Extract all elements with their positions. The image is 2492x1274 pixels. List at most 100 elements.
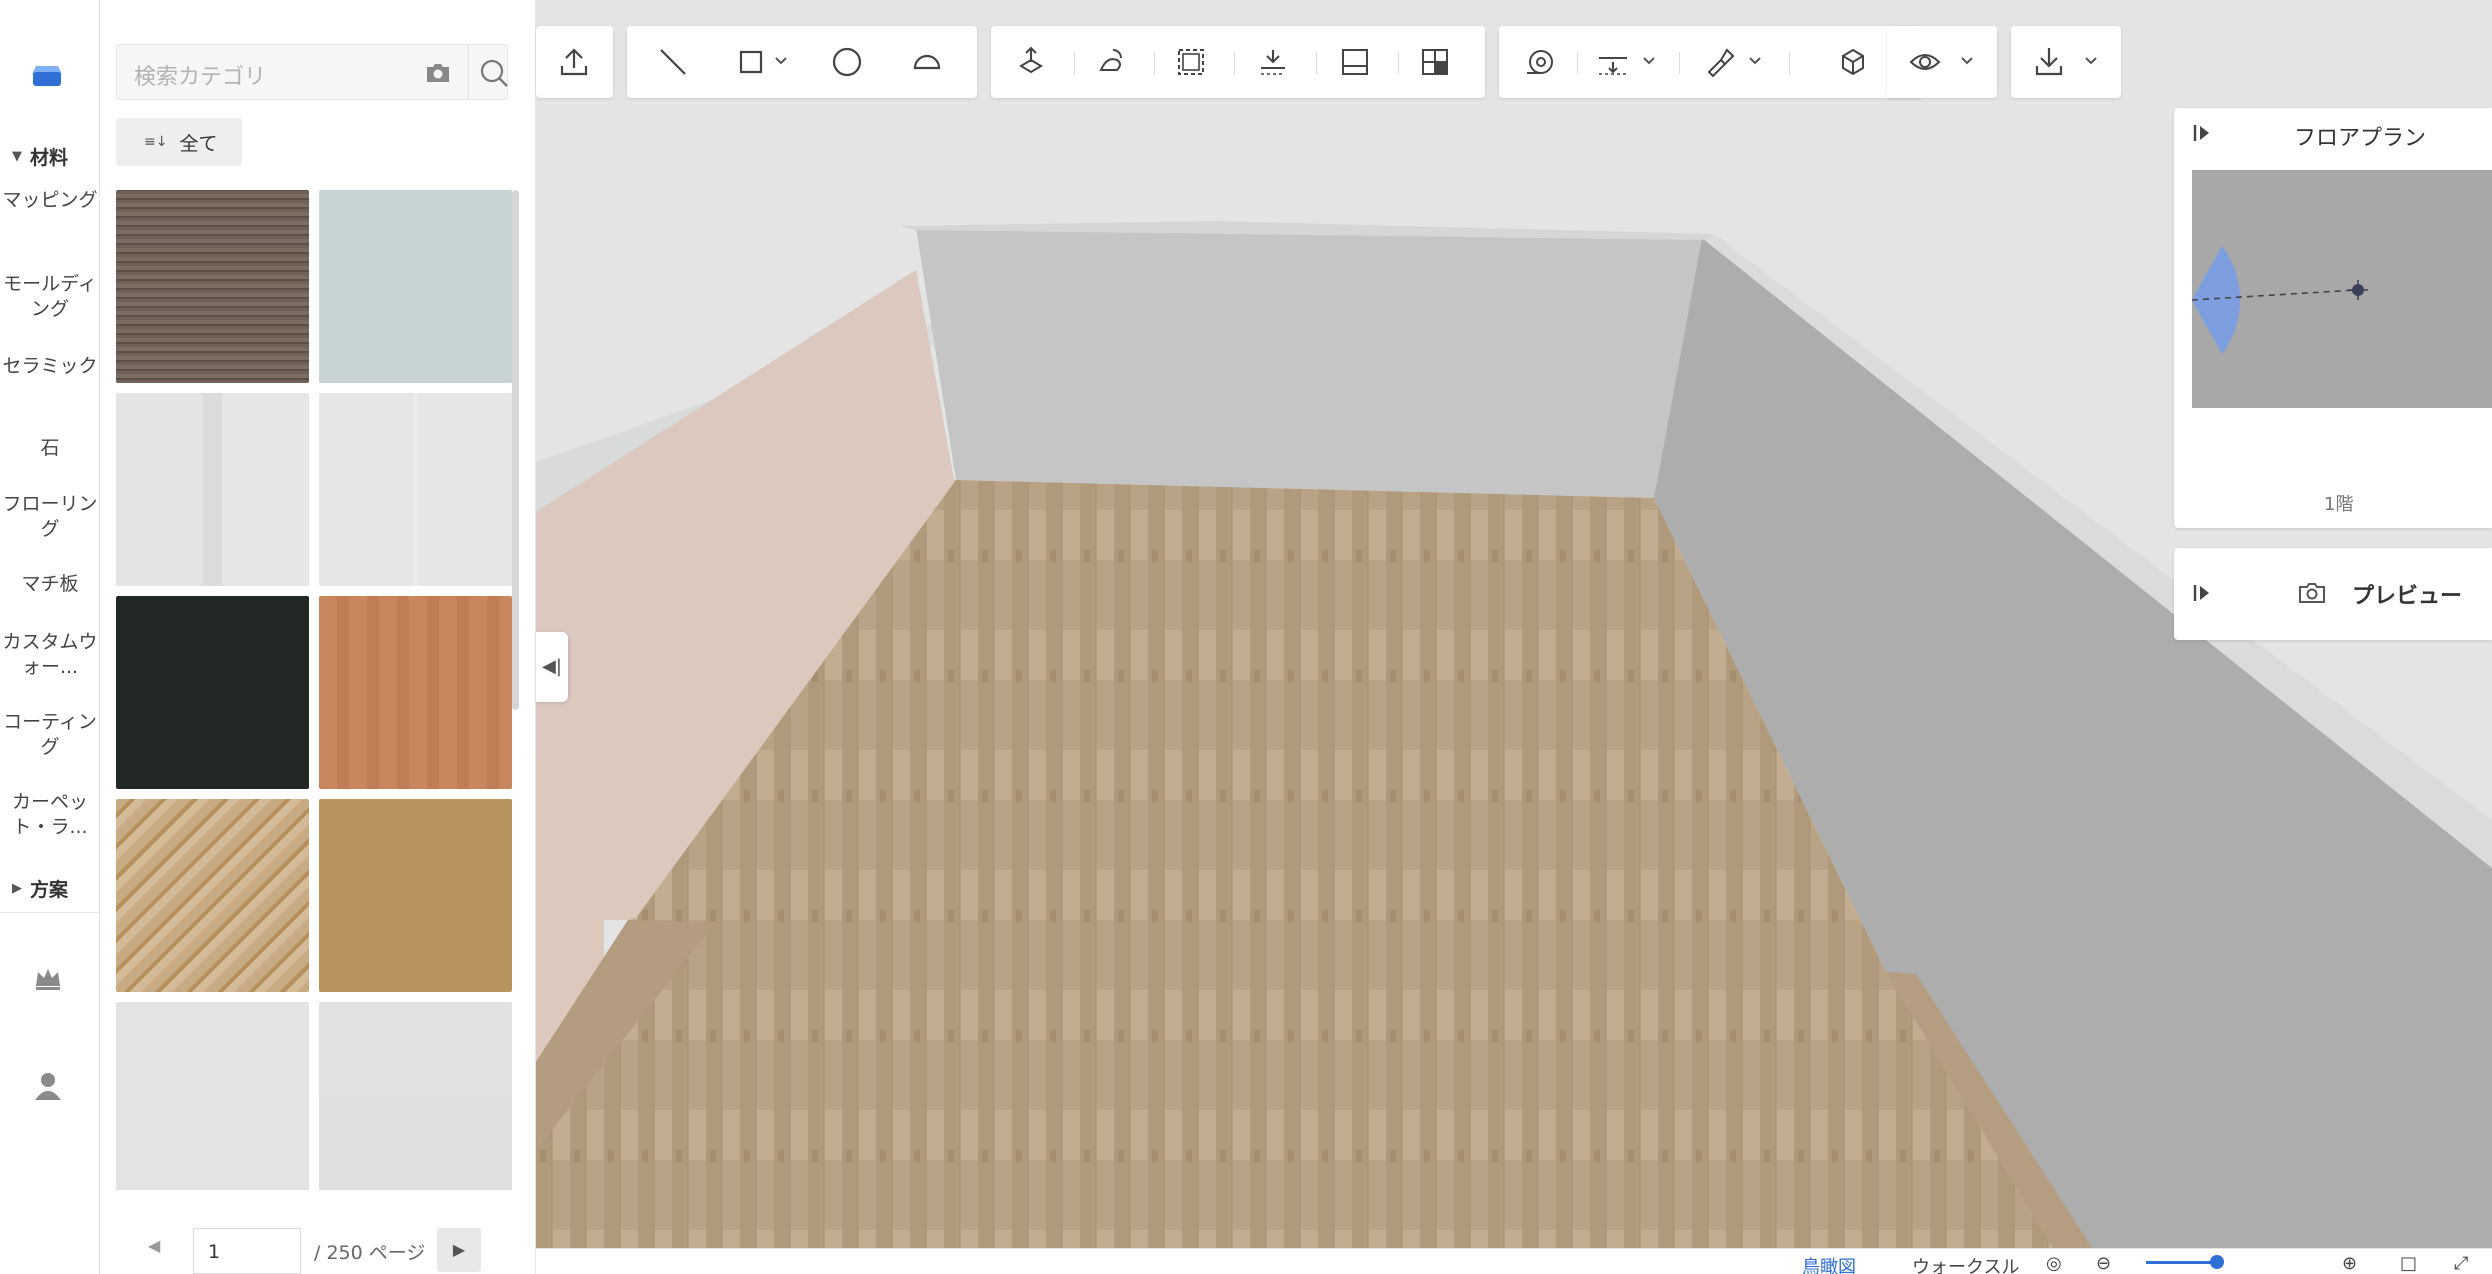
floorplan-panel: フロアプラン 1階 xyxy=(2174,108,2492,528)
collapse-panel-button[interactable]: ◀| xyxy=(536,632,568,702)
section-materials-label: 材料 xyxy=(30,146,69,169)
toolbar-tools-group xyxy=(1499,26,1923,98)
camera-marker xyxy=(2192,246,2368,354)
draw-circle-icon[interactable] xyxy=(823,38,871,86)
search-icon[interactable] xyxy=(478,57,510,89)
camera-icon[interactable]: ◎ xyxy=(2046,1253,2062,1274)
rail-item-molding[interactable]: モールディング xyxy=(0,272,100,322)
eye-icon[interactable] xyxy=(1901,38,1949,86)
material-tile-light-gray-lines[interactable] xyxy=(319,393,512,586)
next-page-button[interactable]: ▶ xyxy=(437,1228,481,1272)
upload-icon[interactable] xyxy=(550,38,598,86)
expand-panel-icon[interactable] xyxy=(2192,582,2212,604)
zoom-in-icon[interactable]: ⊕ xyxy=(2342,1253,2357,1274)
section-plans[interactable]: ▶ 方案 xyxy=(0,870,100,906)
zoom-out-icon[interactable]: ⊖ xyxy=(2096,1253,2111,1274)
search-input[interactable]: 検索カテゴリ xyxy=(134,59,266,91)
camera-search-icon[interactable] xyxy=(425,61,451,85)
view-birdseye-tab[interactable]: 鳥瞰図 xyxy=(1802,1253,1856,1274)
fullscreen-icon[interactable]: ⤢ xyxy=(2454,1253,2468,1274)
filter-all-button[interactable]: ≡↓ 全て xyxy=(116,118,242,166)
rail-item-stone[interactable]: 石 xyxy=(0,436,100,461)
material-tile-patterned-beige[interactable] xyxy=(116,799,309,992)
rail-item-carpet[interactable]: カーペット・ラ... xyxy=(0,790,100,840)
rail-item-ceramic[interactable]: セラミック xyxy=(0,354,100,379)
panel-layout-icon[interactable] xyxy=(1331,38,1379,86)
draw-line-icon[interactable] xyxy=(649,38,697,86)
rail-item-coating[interactable]: コーティング xyxy=(0,710,100,760)
pattern-fill-icon[interactable] xyxy=(1249,38,1297,86)
draw-arc-icon[interactable] xyxy=(903,38,951,86)
floor-level-label[interactable]: 1階 xyxy=(2324,490,2353,516)
view-walkthrough-tab[interactable]: ウォークスル xyxy=(1912,1253,2019,1274)
draw-rectangle-icon[interactable] xyxy=(727,38,775,86)
material-panel: 検索カテゴリ ≡↓ 全て ◀ 1 / 250 ページ ▶ xyxy=(100,0,536,1274)
rail-item-mapping[interactable]: マッピング xyxy=(0,188,100,213)
preview-title: プレビュー xyxy=(2352,584,2463,609)
material-scrollbar[interactable] xyxy=(512,190,520,1190)
sort-list-icon: ≡↓ xyxy=(144,134,168,150)
select-region-icon[interactable] xyxy=(1167,38,1215,86)
zoom-slider[interactable] xyxy=(2146,1261,2216,1264)
rotate-surface-icon[interactable] xyxy=(1087,38,1135,86)
chevron-down-icon[interactable] xyxy=(1957,46,1977,76)
category-rail: ▼ 材料 マッピング モールディング セラミック 石 フローリング マチ板 カス… xyxy=(0,0,100,1274)
user-icon[interactable] xyxy=(30,1068,66,1104)
material-tile-light-blue-gray[interactable] xyxy=(319,190,512,383)
preview-panel: プレビュー xyxy=(2174,548,2492,640)
tile-split-icon[interactable] xyxy=(1411,38,1459,86)
push-pull-icon[interactable] xyxy=(1007,38,1055,86)
toolbar-separator xyxy=(1316,52,1317,74)
measure-tape-icon[interactable] xyxy=(1515,38,1563,86)
toolbar-draw-group xyxy=(627,26,977,98)
search-field[interactable]: 検索カテゴリ xyxy=(116,44,508,100)
material-tile-tan-wood[interactable] xyxy=(319,799,512,992)
toolbar-separator xyxy=(1074,52,1075,74)
expand-panel-icon[interactable] xyxy=(2192,122,2212,144)
floorplan-title: フロアプラン xyxy=(2294,126,2427,151)
toolbar-separator xyxy=(1154,52,1155,74)
cube-icon[interactable] xyxy=(1829,38,1877,86)
chevron-down-icon[interactable] xyxy=(1745,46,1765,76)
page-number-input[interactable]: 1 xyxy=(193,1228,301,1274)
section-plans-label: 方案 xyxy=(30,878,69,901)
pagination: ◀ 1 / 250 ページ ▶ xyxy=(100,1228,536,1274)
collapse-triangle-icon: ▶ xyxy=(12,880,22,896)
crown-icon[interactable] xyxy=(30,960,66,996)
app-window: ▼ 材料 マッピング モールディング セラミック 石 フローリング マチ板 カス… xyxy=(0,0,2492,1274)
material-tile-dark-wood[interactable] xyxy=(116,190,309,383)
prev-page-icon[interactable]: ◀ xyxy=(148,1236,160,1255)
material-tile-speckled-white[interactable] xyxy=(116,1002,309,1190)
download-icon[interactable] xyxy=(2025,38,2073,86)
material-tile-light-gray[interactable] xyxy=(116,393,309,586)
section-materials[interactable]: ▼ 材料 xyxy=(0,138,100,174)
toolbar-separator xyxy=(1789,52,1790,74)
zoom-slider-handle[interactable] xyxy=(2210,1255,2224,1269)
filter-all-label: 全て xyxy=(179,132,218,155)
rail-divider xyxy=(0,912,100,913)
page-total: / 250 ページ xyxy=(314,1242,426,1264)
app-logo-icon[interactable] xyxy=(30,60,64,90)
toolbar-upload-group xyxy=(536,26,613,98)
fit-view-icon[interactable]: □ xyxy=(2400,1253,2417,1274)
rail-item-custom-wall[interactable]: カスタムウォー... xyxy=(0,630,100,680)
rail-item-flooring[interactable]: フローリング xyxy=(0,492,100,542)
floorplan-minimap[interactable] xyxy=(2192,170,2492,408)
material-tile-black[interactable] xyxy=(116,596,309,789)
camera-icon[interactable] xyxy=(2298,581,2326,605)
scrollbar-thumb[interactable] xyxy=(512,190,519,710)
chevron-down-icon[interactable] xyxy=(771,46,791,76)
material-grid xyxy=(116,190,516,1190)
chevron-down-icon[interactable] xyxy=(2081,46,2101,76)
toolbar-separator xyxy=(1679,52,1680,74)
search-separator xyxy=(468,45,469,99)
chevron-down-icon[interactable] xyxy=(1639,46,1659,76)
toolbar-separator xyxy=(1234,52,1235,74)
toolbar-separator xyxy=(1577,52,1578,74)
toolbar-view-group xyxy=(1887,26,1997,98)
material-tile-terracotta[interactable] xyxy=(319,596,512,789)
rail-item-baseboard[interactable]: マチ板 xyxy=(0,572,100,597)
material-tile-pale-gray[interactable] xyxy=(319,1002,512,1190)
align-height-icon[interactable] xyxy=(1589,38,1637,86)
paint-brush-icon[interactable] xyxy=(1695,38,1743,86)
